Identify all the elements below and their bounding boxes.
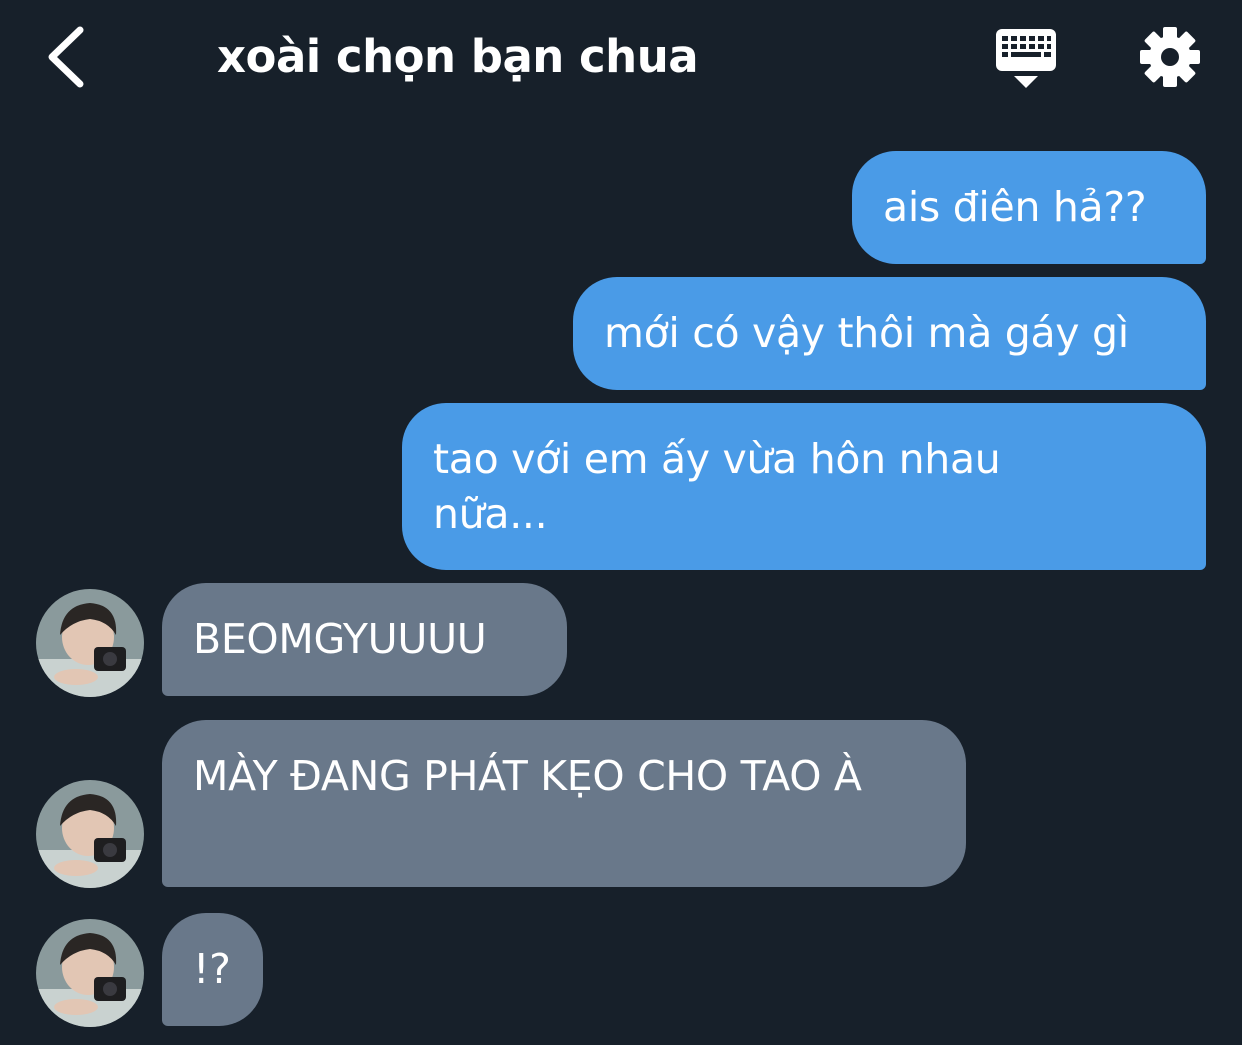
chevron-left-icon bbox=[48, 26, 84, 88]
avatar-photo bbox=[36, 589, 144, 697]
outgoing-message[interactable]: ais điên hả?? bbox=[852, 151, 1206, 264]
message-text: !? bbox=[193, 945, 231, 993]
message-text: BEOMGYUUUU bbox=[193, 615, 487, 663]
keyboard-button[interactable] bbox=[990, 26, 1062, 92]
avatar[interactable] bbox=[36, 589, 144, 697]
message-text: ais điên hả?? bbox=[883, 183, 1147, 231]
settings-button[interactable] bbox=[1135, 22, 1205, 92]
chat-header: xoài chọn bạn chua bbox=[0, 0, 1242, 115]
incoming-message[interactable]: !? bbox=[162, 913, 263, 1026]
avatar[interactable] bbox=[36, 919, 144, 1027]
incoming-message[interactable]: BEOMGYUUUU bbox=[162, 583, 567, 696]
message-text: MÀY ĐANG PHÁT KẸO CHO TAO À bbox=[193, 752, 862, 800]
outgoing-message[interactable]: mới có vậy thôi mà gáy gì bbox=[573, 277, 1206, 390]
gear-icon bbox=[1140, 27, 1200, 87]
avatar-photo bbox=[36, 780, 144, 888]
message-text: mới có vậy thôi mà gáy gì bbox=[604, 309, 1129, 357]
message-text: tao với em ấy vừa hôn nhau nữa... bbox=[433, 435, 1001, 538]
avatar[interactable] bbox=[36, 780, 144, 888]
avatar-photo bbox=[36, 919, 144, 1027]
outgoing-message[interactable]: tao với em ấy vừa hôn nhau nữa... bbox=[402, 403, 1206, 570]
keyboard-icon bbox=[996, 29, 1056, 88]
chat-title: xoài chọn bạn chua bbox=[217, 30, 699, 83]
back-button[interactable] bbox=[40, 22, 100, 92]
incoming-message[interactable]: MÀY ĐANG PHÁT KẸO CHO TAO À bbox=[162, 720, 966, 887]
